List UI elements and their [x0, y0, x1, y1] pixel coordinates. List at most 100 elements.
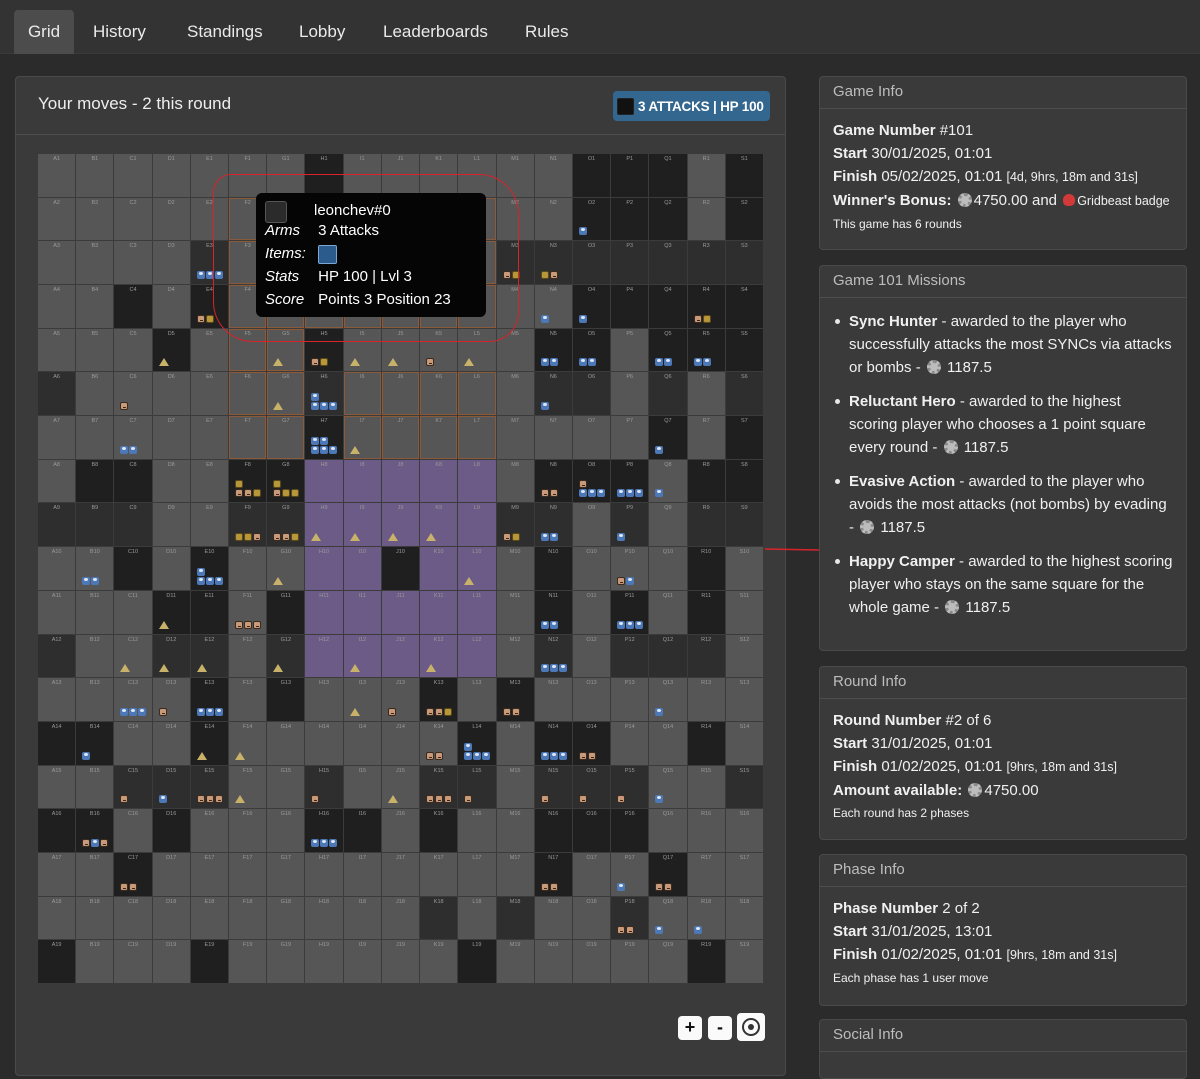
- grid-cell-m11[interactable]: M11: [496, 590, 535, 635]
- grid-cell-b8[interactable]: B8: [76, 459, 115, 504]
- game-grid[interactable]: A1 B1 C1 D1 E1 F1 G1 H1 I1 J1 K1 L1 M1 N1 O1 P1 Q1 R1 S1 A2…: [38, 154, 764, 984]
- grid-cell-f12[interactable]: F12: [229, 634, 268, 679]
- grid-cell-r18[interactable]: R18: [687, 896, 726, 941]
- grid-cell-o12[interactable]: O12: [572, 634, 612, 679]
- grid-cell-o16[interactable]: O16: [572, 809, 612, 853]
- grid-cell-i8[interactable]: I8: [343, 459, 382, 504]
- grid-cell-n16[interactable]: N16: [534, 809, 573, 853]
- player-avatar-icon[interactable]: [511, 707, 520, 716]
- player-avatar-icon[interactable]: [549, 271, 558, 280]
- grid-cell-k10[interactable]: K10: [420, 547, 459, 591]
- grid-cell-b13[interactable]: B13: [76, 678, 115, 722]
- tent-icon[interactable]: [349, 445, 360, 454]
- zoom-out-button[interactable]: -: [708, 1016, 732, 1040]
- user-token-icon[interactable]: [596, 489, 605, 498]
- grid-cell-s5[interactable]: S5: [725, 328, 764, 373]
- player-avatar-icon[interactable]: [426, 358, 435, 367]
- grid-cell-j8[interactable]: J8: [381, 459, 421, 504]
- grid-cell-k11[interactable]: K11: [420, 590, 459, 635]
- user-token-icon[interactable]: [540, 533, 549, 542]
- grid-cell-p11[interactable]: P11: [611, 590, 650, 635]
- grid-cell-q4[interactable]: Q4: [649, 285, 688, 329]
- user-token-icon[interactable]: [320, 402, 329, 411]
- grid-cell-j14[interactable]: J14: [381, 721, 421, 766]
- grid-cell-o3[interactable]: O3: [572, 241, 612, 286]
- user-token-icon[interactable]: [311, 402, 320, 411]
- grid-cell-o10[interactable]: O10: [572, 547, 612, 591]
- grid-cell-n3[interactable]: N3: [534, 241, 573, 286]
- tent-icon[interactable]: [196, 751, 207, 760]
- grid-cell-l6[interactable]: L6: [458, 372, 497, 417]
- grid-cell-k15[interactable]: K15: [420, 765, 459, 810]
- player-avatar-icon[interactable]: [196, 314, 205, 323]
- grid-cell-h7[interactable]: H7: [305, 416, 344, 460]
- grid-cell-a19[interactable]: A19: [38, 940, 77, 984]
- grid-cell-d5[interactable]: D5: [152, 328, 191, 373]
- grid-cell-m6[interactable]: M6: [496, 372, 535, 417]
- grid-cell-q18[interactable]: Q18: [649, 896, 688, 941]
- grid-cell-h9[interactable]: H9: [305, 503, 344, 548]
- grid-cell-h10[interactable]: H10: [305, 547, 344, 591]
- grid-cell-e2[interactable]: E2: [190, 197, 230, 242]
- user-token-icon[interactable]: [91, 838, 100, 847]
- user-token-icon[interactable]: [205, 271, 214, 280]
- tent-icon[interactable]: [349, 533, 360, 542]
- grid-cell-p4[interactable]: P4: [611, 285, 650, 329]
- user-token-icon[interactable]: [311, 445, 320, 454]
- grid-cell-e19[interactable]: E19: [190, 940, 230, 984]
- user-token-icon[interactable]: [482, 751, 491, 760]
- grid-cell-l11[interactable]: L11: [458, 590, 497, 635]
- grid-cell-m9[interactable]: M9: [496, 503, 535, 548]
- player-avatar-icon[interactable]: [273, 489, 282, 498]
- grid-cell-q3[interactable]: Q3: [649, 241, 688, 286]
- grid-cell-a13[interactable]: A13: [38, 678, 77, 722]
- user-token-icon[interactable]: [578, 489, 587, 498]
- user-token-icon[interactable]: [655, 489, 664, 498]
- user-token-icon[interactable]: [473, 751, 482, 760]
- grid-cell-k5[interactable]: K5: [420, 328, 459, 373]
- grid-cell-e4[interactable]: E4: [190, 285, 230, 329]
- grid-cell-l13[interactable]: L13: [458, 678, 497, 722]
- grid-cell-g19[interactable]: G19: [267, 940, 306, 984]
- grid-cell-p2[interactable]: P2: [611, 197, 650, 242]
- gold-item-icon[interactable]: [235, 533, 244, 542]
- user-token-icon[interactable]: [540, 751, 549, 760]
- tent-icon[interactable]: [464, 358, 475, 367]
- gold-item-icon[interactable]: [291, 489, 300, 498]
- grid-cell-e5[interactable]: E5: [190, 328, 230, 373]
- player-avatar-icon[interactable]: [205, 795, 214, 804]
- grid-cell-s2[interactable]: S2: [725, 197, 764, 242]
- grid-cell-j6[interactable]: J6: [381, 372, 421, 417]
- grid-cell-c15[interactable]: C15: [114, 765, 153, 810]
- grid-cell-e6[interactable]: E6: [190, 372, 230, 417]
- grid-cell-k8[interactable]: K8: [420, 459, 459, 504]
- grid-cell-f19[interactable]: F19: [229, 940, 268, 984]
- grid-cell-k12[interactable]: K12: [420, 634, 459, 679]
- grid-cell-h13[interactable]: H13: [305, 678, 344, 722]
- grid-cell-d14[interactable]: D14: [152, 721, 191, 766]
- grid-cell-j12[interactable]: J12: [381, 634, 421, 679]
- player-avatar-icon[interactable]: [617, 576, 626, 585]
- grid-cell-i7[interactable]: I7: [343, 416, 382, 460]
- user-token-icon[interactable]: [558, 664, 567, 673]
- grid-cell-k19[interactable]: K19: [420, 940, 459, 984]
- user-token-icon[interactable]: [214, 707, 223, 716]
- grid-cell-k13[interactable]: K13: [420, 678, 459, 722]
- grid-cell-l16[interactable]: L16: [458, 809, 497, 853]
- user-token-icon[interactable]: [464, 742, 473, 751]
- grid-cell-n19[interactable]: N19: [534, 940, 573, 984]
- grid-cell-i18[interactable]: I18: [343, 896, 382, 941]
- grid-cell-a5[interactable]: A5: [38, 328, 77, 373]
- grid-cell-a16[interactable]: A16: [38, 809, 77, 853]
- grid-cell-r1[interactable]: R1: [687, 154, 726, 198]
- grid-cell-f10[interactable]: F10: [229, 547, 268, 591]
- grid-cell-o6[interactable]: O6: [572, 372, 612, 417]
- grid-cell-q11[interactable]: Q11: [649, 590, 688, 635]
- grid-cell-g10[interactable]: G10: [267, 547, 306, 591]
- user-token-icon[interactable]: [82, 576, 91, 585]
- user-token-icon[interactable]: [617, 620, 626, 629]
- grid-cell-m10[interactable]: M10: [496, 547, 535, 591]
- grid-cell-r6[interactable]: R6: [687, 372, 726, 417]
- player-avatar-icon[interactable]: [617, 795, 626, 804]
- grid-cell-p13[interactable]: P13: [611, 678, 650, 722]
